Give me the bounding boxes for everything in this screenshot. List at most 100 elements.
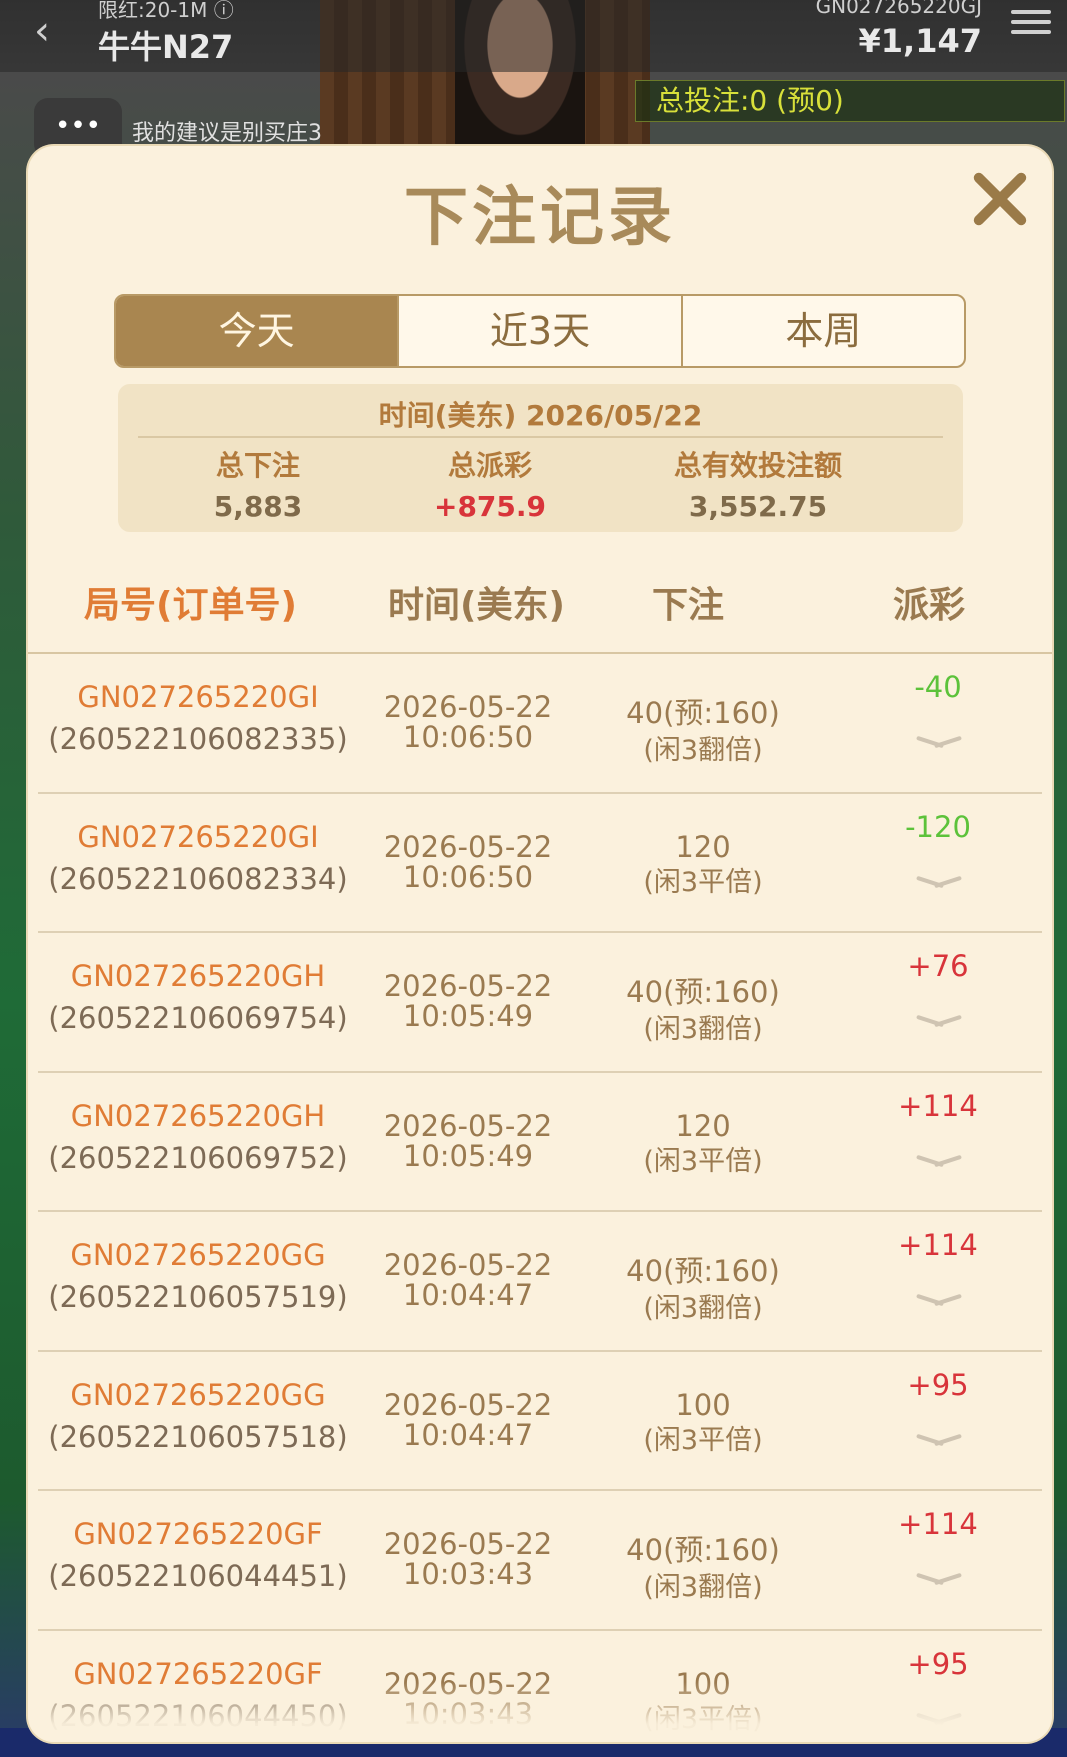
order-cell: GN027265220GH (260522106069752): [38, 1099, 358, 1175]
chevron-down-icon[interactable]: [916, 1151, 962, 1171]
summary-divider: [138, 436, 943, 438]
tab-this-week[interactable]: 本周: [683, 296, 964, 366]
menu-icon[interactable]: [1011, 4, 1051, 44]
round-number: GN027265220GI: [77, 819, 319, 854]
round-number: GN027265220GG: [70, 1238, 326, 1272]
bet-type: (闲3平倍): [643, 1145, 763, 1177]
bet-date: 2026-05-22: [383, 1248, 553, 1282]
bet-type: (闲3翻倍): [643, 1572, 763, 1603]
bet-record-list: GN027265220GI (260522106082335) 2026-05-…: [28, 654, 1052, 1742]
round-number: GN027265220GF: [73, 1517, 323, 1551]
payout-value: -120: [905, 809, 971, 844]
chevron-down-icon[interactable]: [916, 732, 962, 752]
balance: ¥1,147: [858, 22, 982, 60]
tab-today[interactable]: 今天: [116, 296, 400, 366]
table-row[interactable]: GN027265220GF (260522106044451) 2026-05-…: [38, 1491, 1042, 1631]
bet-date: 2026-05-22: [383, 1527, 553, 1561]
order-number: (260522106069754): [48, 1001, 348, 1035]
header-time: 时间(美东): [388, 585, 565, 626]
bet-cell: 100 (闲3平倍): [593, 1388, 813, 1457]
back-icon[interactable]: ‹: [34, 8, 50, 54]
payout-value: +114: [898, 1228, 978, 1262]
bet-date: 2026-05-22: [383, 1108, 553, 1143]
date-range-tabs: 今天 近3天 本周: [114, 294, 966, 368]
bet-cell: 120 (闲3平倍): [593, 1109, 813, 1178]
bet-time: 10:03:43: [402, 1557, 534, 1591]
chevron-down-icon[interactable]: [916, 1430, 962, 1450]
bet-type: (闲3平倍): [643, 1424, 763, 1456]
bet-amount: 120: [675, 1108, 731, 1143]
table-row[interactable]: GN027265220GG (260522106057519) 2026-05-…: [38, 1212, 1042, 1352]
round-number: GN027265220GH: [70, 1098, 326, 1133]
summary-total-payout-value: +875.9: [433, 490, 547, 523]
table-name: 牛牛N27: [98, 28, 234, 66]
summary-panel: 时间(美东) 2026/05/22 总下注 5,883 总派彩 +875.9 总…: [118, 384, 963, 532]
bet-date: 2026-05-22: [383, 829, 553, 864]
order-cell: GN027265220GI (260522106082334): [38, 820, 358, 896]
bet-type: (闲3翻倍): [643, 735, 763, 766]
order-number: (260522106082335): [48, 722, 348, 756]
bet-limit: 限红:20-1M ⓘ: [98, 0, 234, 22]
payout-value: -40: [914, 670, 962, 704]
table-row[interactable]: GN027265220GI (260522106082334) 2026-05-…: [38, 794, 1042, 933]
modal-title: 下注记录: [404, 181, 676, 255]
order-number: (260522106057518): [48, 1419, 348, 1454]
chevron-down-icon[interactable]: [916, 1011, 962, 1031]
summary-total-valid-label: 总有效投注额: [673, 449, 842, 482]
bet-date: 2026-05-22: [383, 969, 553, 1003]
bet-amount: 40(预:160): [626, 975, 780, 1009]
header-bet: 下注: [652, 585, 725, 626]
bet-time: 10:04:47: [402, 1417, 534, 1452]
bet-type: (闲3翻倍): [643, 1014, 763, 1045]
bet-amount: 40(预:160): [626, 1533, 780, 1567]
bet-type: (闲3翻倍): [643, 1293, 763, 1324]
header-order: 局号(订单号): [84, 585, 297, 626]
bet-type: (闲3平倍): [643, 866, 763, 898]
tab-last-3-days[interactable]: 近3天: [399, 296, 683, 366]
table-row[interactable]: GN027265220GG (260522106057518) 2026-05-…: [38, 1352, 1042, 1491]
close-icon[interactable]: [963, 164, 1033, 234]
payout-value: +114: [898, 1507, 978, 1541]
round-number: GN027265220GG: [70, 1377, 326, 1412]
payout-value: +114: [898, 1088, 978, 1123]
chevron-down-icon[interactable]: [916, 1290, 962, 1310]
table-row[interactable]: GN027265220GI (260522106082335) 2026-05-…: [38, 654, 1042, 794]
bet-cell: 40(预:160) (闲3翻倍): [593, 1527, 813, 1604]
table-row[interactable]: GN027265220GH (260522106069754) 2026-05-…: [38, 933, 1042, 1073]
summary-total-payout-label: 总派彩: [447, 449, 532, 482]
bet-time: 10:05:49: [402, 999, 534, 1033]
payout-value: +95: [907, 1646, 969, 1681]
time-cell: 2026-05-22 10:06:50: [368, 830, 568, 894]
list-fade: [28, 1682, 1052, 1742]
summary-total-valid-value: 3,552.75: [688, 490, 828, 523]
order-number: (260522106044451): [48, 1559, 348, 1593]
bet-cell: 40(预:160) (闲3翻倍): [593, 1248, 813, 1325]
total-bet-label: 总投注:0 (预0): [635, 80, 1065, 122]
payout-value: +95: [907, 1367, 969, 1402]
round-number: GN027265220GH: [70, 959, 326, 993]
bet-time: 10:06:50: [402, 720, 534, 754]
time-cell: 2026-05-22 10:03:43: [368, 1527, 568, 1591]
bet-time: 10:06:50: [402, 859, 534, 894]
round-id: GN027265220GJ: [815, 0, 982, 18]
table-row[interactable]: GN027265220GH (260522106069752) 2026-05-…: [38, 1073, 1042, 1212]
top-bar: ‹ 限红:20-1M ⓘ 牛牛N27 GN027265220GJ ¥1,147: [0, 0, 1067, 72]
bet-record-modal: 下注记录 今天 近3天 本周 时间(美东) 2026/05/22 总下注 5,8…: [28, 146, 1052, 1742]
order-number: (260522106057519): [48, 1280, 348, 1314]
summary-total-payout: 总派彩 +875.9: [350, 444, 630, 523]
time-cell: 2026-05-22 10:06:50: [368, 690, 568, 754]
time-cell: 2026-05-22 10:05:49: [368, 969, 568, 1033]
table-header: 局号(订单号) 时间(美东) 下注 派彩: [28, 576, 1052, 632]
bet-date: 2026-05-22: [383, 1387, 553, 1422]
summary-date: 时间(美东) 2026/05/22: [378, 399, 703, 432]
header-payout: 派彩: [893, 585, 966, 626]
chevron-down-icon[interactable]: [916, 1569, 962, 1589]
round-number: GN027265220GI: [77, 680, 319, 714]
time-cell: 2026-05-22 10:04:47: [368, 1248, 568, 1312]
chevron-down-icon[interactable]: [916, 872, 962, 892]
time-cell: 2026-05-22 10:04:47: [368, 1388, 568, 1452]
bet-amount: 120: [675, 829, 731, 864]
bet-cell: 40(预:160) (闲3翻倍): [593, 690, 813, 767]
summary-total-valid: 总有效投注额 3,552.75: [618, 444, 898, 523]
order-cell: GN027265220GG (260522106057518): [38, 1378, 358, 1454]
